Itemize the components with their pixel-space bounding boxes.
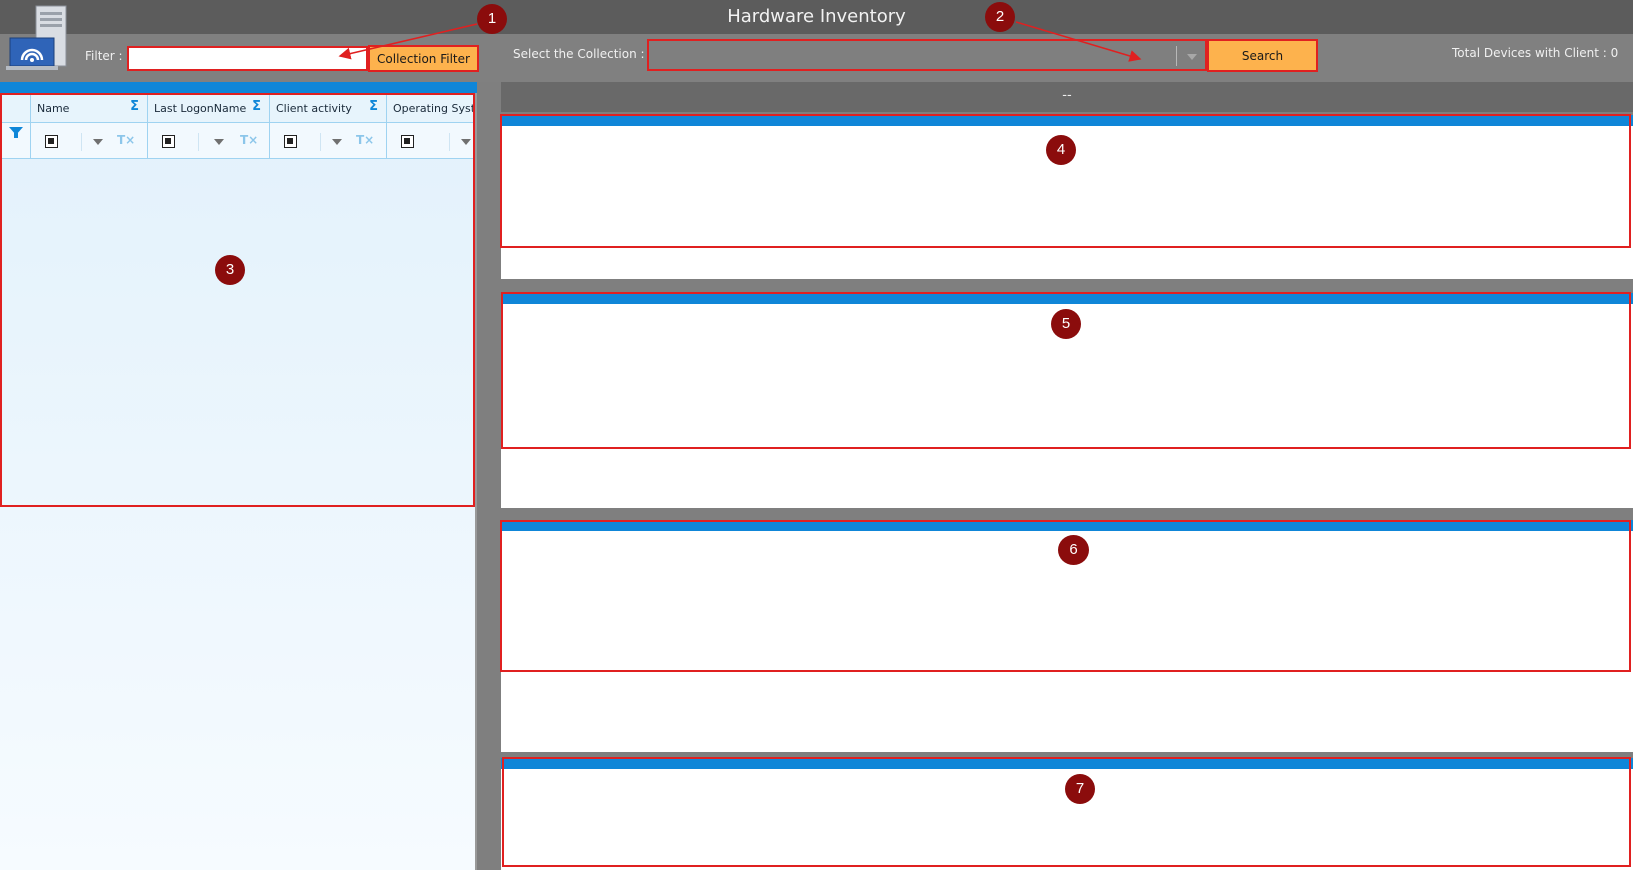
filter-separator (198, 133, 199, 151)
filter-funnel-icon-stem (14, 133, 18, 138)
chevron-down-icon[interactable] (93, 139, 103, 145)
window-title: Hardware Inventory (727, 6, 906, 27)
total-devices-count: Total Devices with Client : 0 (1452, 46, 1619, 60)
filter-input[interactable] (127, 46, 368, 71)
clear-filter-icon[interactable]: T× (117, 133, 135, 147)
column-header-name[interactable]: Name Σ (31, 93, 148, 123)
search-button[interactable]: Search (1207, 39, 1318, 72)
section-accent-bar (501, 520, 1633, 531)
filter-label: Filter : (85, 49, 123, 63)
filter-cell-operating-system[interactable] (387, 123, 475, 159)
collection-filter-button[interactable]: Collection Filter (368, 45, 479, 72)
details-header-text: -- (1062, 88, 1072, 103)
column-header-label: Name (37, 102, 70, 115)
filter-checkbox[interactable] (45, 135, 58, 148)
grid-accent-bar (0, 82, 477, 93)
details-panel: -- (501, 82, 1633, 870)
clear-filter-icon[interactable]: T× (240, 133, 258, 147)
filter-separator (320, 133, 321, 151)
column-header-label: Operating Syster (393, 102, 475, 115)
section-accent-bar (501, 293, 1633, 304)
callout-badge-3: 3 (215, 255, 245, 285)
details-header: -- (501, 82, 1633, 112)
sigma-icon[interactable]: Σ (369, 99, 378, 114)
dropdown-separator (1176, 46, 1177, 66)
section-accent-bar (501, 758, 1633, 769)
chevron-down-icon[interactable] (461, 139, 471, 145)
detail-section-4 (501, 758, 1633, 870)
chevron-down-icon[interactable] (214, 139, 224, 145)
select-collection-label: Select the Collection : (513, 47, 645, 61)
column-header-client-activity[interactable]: Client activity Σ (270, 93, 387, 123)
filter-checkbox[interactable] (162, 135, 175, 148)
filter-cell-last-logon[interactable]: T× (148, 123, 270, 159)
title-bar: Hardware Inventory (0, 0, 1633, 34)
column-header-last-logon[interactable]: Last LogonName Σ (148, 93, 270, 123)
filter-separator (81, 133, 82, 151)
callout-badge-6: 6 (1058, 535, 1089, 565)
section-accent-bar (501, 115, 1633, 126)
collection-dropdown[interactable] (647, 39, 1207, 71)
chevron-down-icon[interactable] (332, 139, 342, 145)
filter-checkbox[interactable] (284, 135, 297, 148)
filter-separator (449, 133, 450, 151)
callout-badge-4: 4 (1046, 135, 1076, 165)
sigma-icon[interactable]: Σ (252, 99, 261, 114)
filter-cell-client-activity[interactable]: T× (270, 123, 387, 159)
clear-filter-icon[interactable]: T× (356, 133, 374, 147)
filter-cell-name[interactable]: T× (31, 123, 148, 159)
grid-row-header (0, 93, 31, 123)
callout-badge-1: 1 (477, 4, 507, 34)
server-wifi-icon (6, 5, 67, 70)
column-header-label: Last LogonName (154, 102, 247, 115)
column-header-label: Client activity (276, 102, 352, 115)
device-grid-panel: Name Σ Last LogonName Σ Client activity … (0, 82, 477, 870)
sigma-icon[interactable]: Σ (130, 99, 139, 114)
column-header-operating-system[interactable]: Operating Syster (387, 93, 475, 123)
callout-badge-5: 5 (1051, 309, 1081, 339)
filter-checkbox[interactable] (401, 135, 414, 148)
callout-badge-2: 2 (985, 2, 1015, 32)
chevron-down-icon[interactable] (1187, 54, 1197, 60)
callout-badge-7: 7 (1065, 774, 1095, 804)
